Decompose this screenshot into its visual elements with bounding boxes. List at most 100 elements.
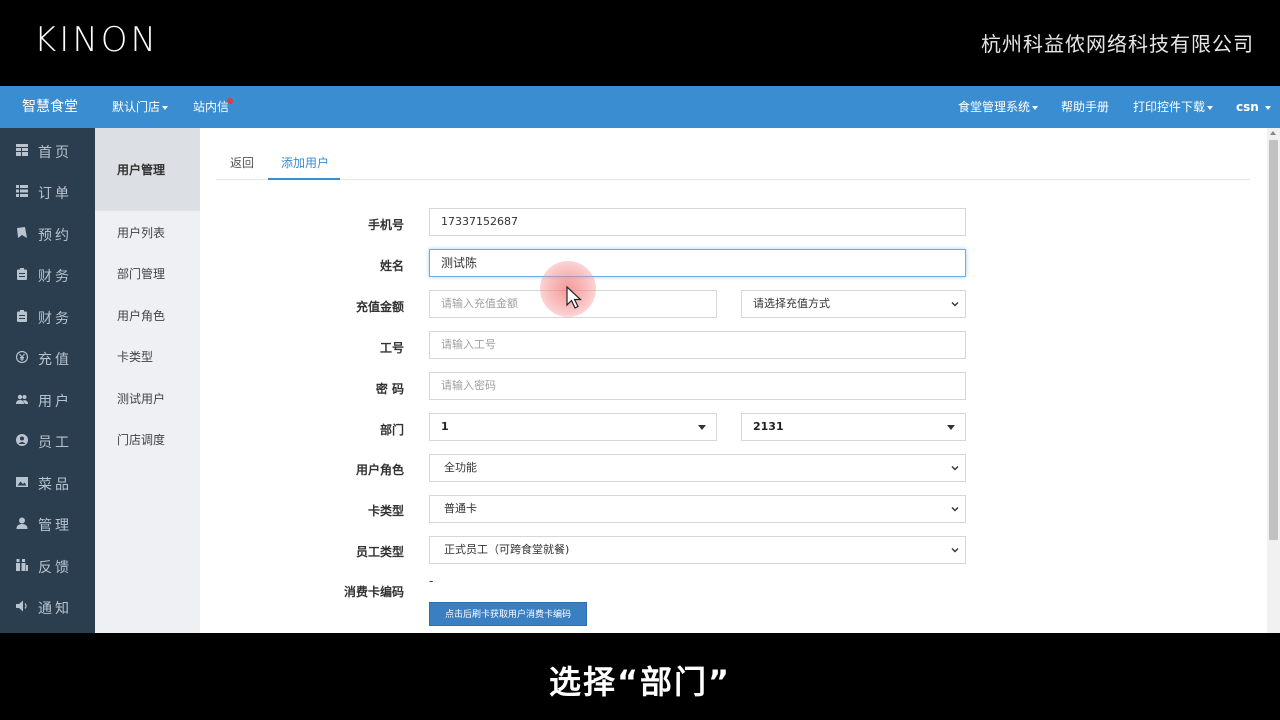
chevron-down-icon <box>951 302 959 307</box>
password-input[interactable]: 请输入密码 <box>429 372 966 400</box>
screen: KINON 杭州科益侬网络科技有限公司 智慧食堂 默认门店 站内信 食堂管理系统… <box>0 0 1280 720</box>
image-icon <box>16 477 28 487</box>
department-secondary-value: 2131 <box>753 420 784 433</box>
sidebar-item-orders[interactable]: 订单 <box>0 171 95 212</box>
user-circle-icon <box>16 434 28 446</box>
app-brand[interactable]: 智慧食堂 <box>0 86 100 128</box>
card-code-label: 消费卡编码 <box>343 585 404 599</box>
messages-link[interactable]: 站内信 <box>193 86 234 128</box>
card-code-value: - <box>429 574 434 588</box>
submenu-title: 用户管理 <box>117 163 166 177</box>
sidebar-item-label: 反馈 <box>38 560 72 576</box>
recharge-amount-label: 充值金额 <box>355 300 404 314</box>
page-tabs: 返回 添加用户 <box>216 146 1250 180</box>
password-label: 密 码 <box>375 382 404 396</box>
sidebar-item-label: 用户 <box>38 394 72 410</box>
department-primary-value: 1 <box>441 420 449 433</box>
name-input[interactable]: 测试陈 <box>429 249 966 277</box>
sidebar-item-notice[interactable]: 通知 <box>0 586 95 627</box>
user-role-value: 全功能 <box>444 461 477 474</box>
clipboard-icon <box>17 268 27 280</box>
submenu-item-departments[interactable]: 部门管理 <box>117 265 165 282</box>
user-icon <box>16 517 28 529</box>
scrollbar-thumb[interactable] <box>1269 140 1278 540</box>
employee-type-select[interactable]: 正式员工（可跨食堂就餐) <box>429 536 966 564</box>
sidebar-item-label: 员工 <box>38 435 72 451</box>
tab-add-user[interactable]: 添加用户 <box>281 154 329 171</box>
job-number-label: 工号 <box>379 341 404 355</box>
user-role-select[interactable]: 全功能 <box>429 454 966 482</box>
video-top-banner: KINON 杭州科益侬网络科技有限公司 <box>0 0 1280 86</box>
fetch-card-code-button[interactable]: 点击后刷卡获取用户消费卡编码 <box>429 602 587 626</box>
chevron-down-icon <box>1265 105 1271 110</box>
sidebar-item-label: 订单 <box>38 186 72 202</box>
user-dropdown-label: csn <box>1236 100 1259 114</box>
chevron-down-icon <box>1032 105 1039 110</box>
sidebar-item-label: 财务 <box>38 311 72 327</box>
top-navbar: 智慧食堂 默认门店 站内信 食堂管理系统 帮助手册 打印控件下载 csn <box>0 86 1280 128</box>
submenu-item-card-types[interactable]: 卡类型 <box>117 348 153 365</box>
print-dropdown-label: 打印控件下载 <box>1133 100 1206 114</box>
sidebar-item-finance[interactable]: 财务 <box>0 254 95 295</box>
submenu-item-user-list[interactable]: 用户列表 <box>117 224 165 241</box>
sidebar-item-admin[interactable]: 管理 <box>0 503 95 544</box>
speaker-icon <box>16 600 27 612</box>
video-caption: 选择“部门” <box>548 663 732 701</box>
sidebar-item-home[interactable]: 首页 <box>0 130 95 171</box>
chevron-down-icon <box>951 507 959 512</box>
department-select-secondary[interactable]: 2131 <box>741 413 966 441</box>
user-dropdown[interactable]: csn <box>1236 86 1271 128</box>
scroll-up-arrow-icon[interactable] <box>1270 131 1276 135</box>
chevron-down-icon <box>1207 105 1214 110</box>
sidebar-item-feedback[interactable]: 反馈 <box>0 545 95 586</box>
name-label: 姓名 <box>379 259 404 273</box>
system-dropdown-label: 食堂管理系统 <box>958 100 1031 114</box>
sidebar-item-label: 首页 <box>38 145 72 161</box>
sidebar-item-users[interactable]: 用户 <box>0 379 95 420</box>
print-dropdown[interactable]: 打印控件下载 <box>1133 86 1214 128</box>
department-select-primary[interactable]: 1 <box>429 413 717 441</box>
phone-input[interactable]: 17337152687 <box>429 208 966 236</box>
chevron-down-icon <box>951 466 959 471</box>
employee-type-label: 员工类型 <box>355 545 404 559</box>
submenu-item-store-dispatch[interactable]: 门店调度 <box>117 431 165 448</box>
caret-down-icon <box>698 425 706 430</box>
sidebar-item-recharge[interactable]: 充值 <box>0 337 95 378</box>
card-type-value: 普通卡 <box>444 502 477 515</box>
card-type-select[interactable]: 普通卡 <box>429 495 966 523</box>
company-name: 杭州科益侬网络科技有限公司 <box>981 32 1254 56</box>
sidebar-item-staff[interactable]: 员工 <box>0 420 95 461</box>
caret-down-icon <box>947 425 955 430</box>
system-dropdown[interactable]: 食堂管理系统 <box>958 86 1039 128</box>
recharge-method-select[interactable]: 请选择充值方式 <box>741 290 966 318</box>
store-dropdown-label: 默认门店 <box>112 100 161 114</box>
sidebar-item-booking[interactable]: 预约 <box>0 213 95 254</box>
list-icon <box>16 185 28 197</box>
video-caption-bar: 选择“部门” <box>0 633 1280 720</box>
sidebar-item-finance-2[interactable]: 财务 <box>0 296 95 337</box>
page-scrollbar[interactable] <box>1267 128 1280 633</box>
user-management-submenu: 用户管理 用户列表 部门管理 用户角色 卡类型 测试用户 门店调度 <box>95 128 200 633</box>
chevron-down-icon <box>951 548 959 553</box>
card-type-label: 卡类型 <box>367 504 404 518</box>
phone-label: 手机号 <box>367 218 404 232</box>
user-role-label: 用户角色 <box>355 463 404 477</box>
store-dropdown[interactable]: 默认门店 <box>112 86 169 128</box>
sidebar-item-label: 财务 <box>38 269 72 285</box>
sidebar-item-label: 管理 <box>38 518 72 534</box>
sidebar-item-dishes[interactable]: 菜品 <box>0 462 95 503</box>
sidebar-item-label: 预约 <box>38 228 72 244</box>
tab-back[interactable]: 返回 <box>230 154 254 171</box>
submenu-item-test-users[interactable]: 测试用户 <box>117 390 165 407</box>
sidebar-item-label: 充值 <box>38 352 72 368</box>
job-number-input[interactable]: 请输入工号 <box>429 331 966 359</box>
users-icon <box>16 394 28 404</box>
help-link[interactable]: 帮助手册 <box>1061 86 1109 128</box>
recharge-method-value: 请选择充值方式 <box>753 297 830 310</box>
yen-icon <box>16 351 28 363</box>
feedback-icon <box>16 559 28 571</box>
table-icon <box>16 144 28 156</box>
submenu-item-user-roles[interactable]: 用户角色 <box>117 307 165 324</box>
messages-label: 站内信 <box>193 100 230 114</box>
active-tab-indicator <box>268 178 340 180</box>
